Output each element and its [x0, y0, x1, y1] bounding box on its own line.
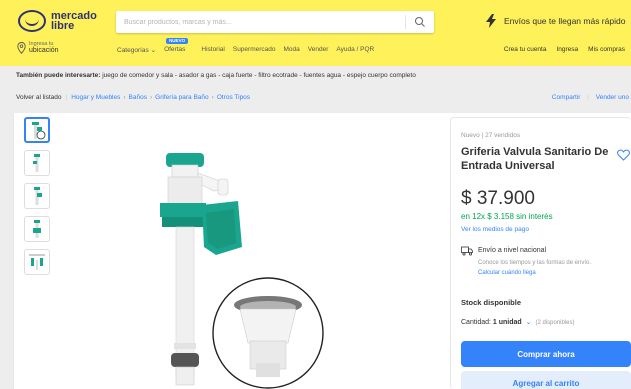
- product-image[interactable]: [132, 143, 332, 389]
- logo-text: mercado libre: [51, 11, 97, 32]
- nav-help[interactable]: Ayuda / PQR: [336, 46, 374, 54]
- location-label: ubicación: [29, 47, 59, 54]
- product-card: Nuevo | 27 vendidos Griferia Valvula San…: [14, 113, 631, 389]
- sell-one-link[interactable]: Vender uno: [596, 94, 629, 101]
- share-divider: |: [587, 94, 589, 101]
- valve-parts-thumbnail-icon: [29, 254, 45, 270]
- shipping-title: Envío a nivel nacional: [478, 247, 547, 254]
- related-searches-label: También puede interesarte:: [16, 72, 101, 79]
- new-badge: NUEVO: [166, 38, 189, 44]
- header: mercado libre Envíos que te llegan más r…: [0, 0, 631, 66]
- chevron-right-icon: ›: [211, 94, 214, 101]
- valve-thumbnail-icon: [33, 220, 41, 238]
- related-searches-items[interactable]: juego de comedor y sala - asador a gas -…: [102, 72, 416, 79]
- nav-supermarket[interactable]: Supermercado: [233, 46, 276, 54]
- quantity-value: 1 unidad: [492, 319, 522, 326]
- thumbnail-1[interactable]: [24, 117, 50, 143]
- search-bar: [116, 11, 434, 34]
- breadcrumb-item-other[interactable]: Otros Tipos: [217, 94, 250, 101]
- chevron-right-icon: ›: [123, 94, 126, 101]
- chevron-right-icon: ›: [149, 94, 153, 101]
- condition-sold-count: Nuevo | 27 vendidos: [461, 132, 521, 139]
- breadcrumb: Volver al listado | Hogar y Muebles › Ba…: [16, 94, 250, 101]
- valve-thumbnail-icon: [32, 122, 46, 140]
- share-link[interactable]: Compartir: [552, 94, 581, 101]
- search-icon[interactable]: [414, 16, 426, 28]
- main-nav: Categorías ⌄ NUEVO Ofertas Historial Sup…: [117, 38, 382, 54]
- search-divider: [405, 15, 406, 29]
- logo-line2: libre: [51, 20, 75, 32]
- quantity-label: Cantidad:: [461, 319, 491, 326]
- chevron-down-icon: ⌄: [525, 319, 532, 326]
- mercadolibre-logo[interactable]: mercado libre: [18, 10, 97, 32]
- truck-icon: [461, 246, 473, 256]
- thumbnail-3[interactable]: [24, 183, 50, 209]
- handshake-logo-icon: [18, 10, 46, 32]
- nav-categories[interactable]: Categorías ⌄: [117, 46, 156, 54]
- nav-offers[interactable]: NUEVO Ofertas: [164, 38, 193, 54]
- share-links: Compartir | Vender uno: [552, 94, 629, 101]
- installments-text: en 12x $ 3.158 sin interés: [461, 212, 553, 221]
- promo-text: Envíos que te llegan más rápido: [504, 16, 626, 26]
- calculate-arrival-link[interactable]: Calcular cuándo llega: [478, 269, 591, 277]
- nav-offers-label: Ofertas: [164, 46, 186, 53]
- breadcrumb-item-home[interactable]: Hogar y Muebles: [71, 94, 120, 101]
- lightning-bolt-icon: [486, 14, 496, 28]
- heart-icon[interactable]: [617, 149, 630, 161]
- buy-now-button[interactable]: Comprar ahora: [461, 341, 631, 367]
- create-account-link[interactable]: Crea tu cuenta: [504, 46, 547, 53]
- thumbnail-5[interactable]: [24, 249, 50, 275]
- login-link[interactable]: Ingresa: [556, 46, 578, 53]
- payment-methods-link[interactable]: Ver los medios de pago: [461, 226, 529, 233]
- stock-status: Stock disponible: [461, 298, 522, 307]
- product-title: Griferia Valvula Sanitario De Entrada Un…: [461, 146, 609, 172]
- search-input[interactable]: [116, 11, 396, 34]
- shipping-subtitle: Conoce los tiempos y las formas de envío…: [478, 260, 592, 266]
- nav-fashion[interactable]: Moda: [284, 46, 300, 54]
- location-pin-icon: [17, 42, 26, 54]
- my-purchases-link[interactable]: Mis compras: [588, 46, 625, 53]
- back-to-list-link[interactable]: Volver al listado: [16, 94, 62, 101]
- related-searches: También puede interesarte: juego de come…: [16, 72, 416, 79]
- thumbnail-gallery: [24, 117, 50, 282]
- product-price: $ 37.900: [461, 188, 535, 209]
- thumbnail-4[interactable]: [24, 216, 50, 242]
- shipping-info: Envío a nivel nacional Conoce los tiempo…: [461, 246, 591, 277]
- breadcrumb-divider: |: [65, 94, 68, 101]
- product-buy-box: Nuevo | 27 vendidos Griferia Valvula San…: [450, 117, 631, 389]
- user-nav: Crea tu cuenta Ingresa Mis compras: [494, 46, 625, 53]
- nav-sell[interactable]: Vender: [308, 46, 329, 54]
- valve-thumbnail-icon: [34, 187, 42, 205]
- thumbnail-2[interactable]: [24, 150, 50, 176]
- breadcrumb-item-faucets[interactable]: Grifería para Baño: [155, 94, 208, 101]
- add-to-cart-button[interactable]: Agregar al carrito: [461, 371, 631, 389]
- quantity-available: (2 disponibles): [535, 320, 575, 326]
- breadcrumb-item-baths[interactable]: Baños: [129, 94, 147, 101]
- quantity-selector[interactable]: Cantidad: 1 unidad ⌄ (2 disponibles): [461, 318, 575, 326]
- nav-history[interactable]: Historial: [201, 46, 224, 54]
- location-selector[interactable]: Ingresa tu ubicación: [17, 41, 59, 55]
- shipping-promo[interactable]: Envíos que te llegan más rápido: [484, 14, 625, 28]
- valve-thumbnail-icon: [33, 154, 40, 172]
